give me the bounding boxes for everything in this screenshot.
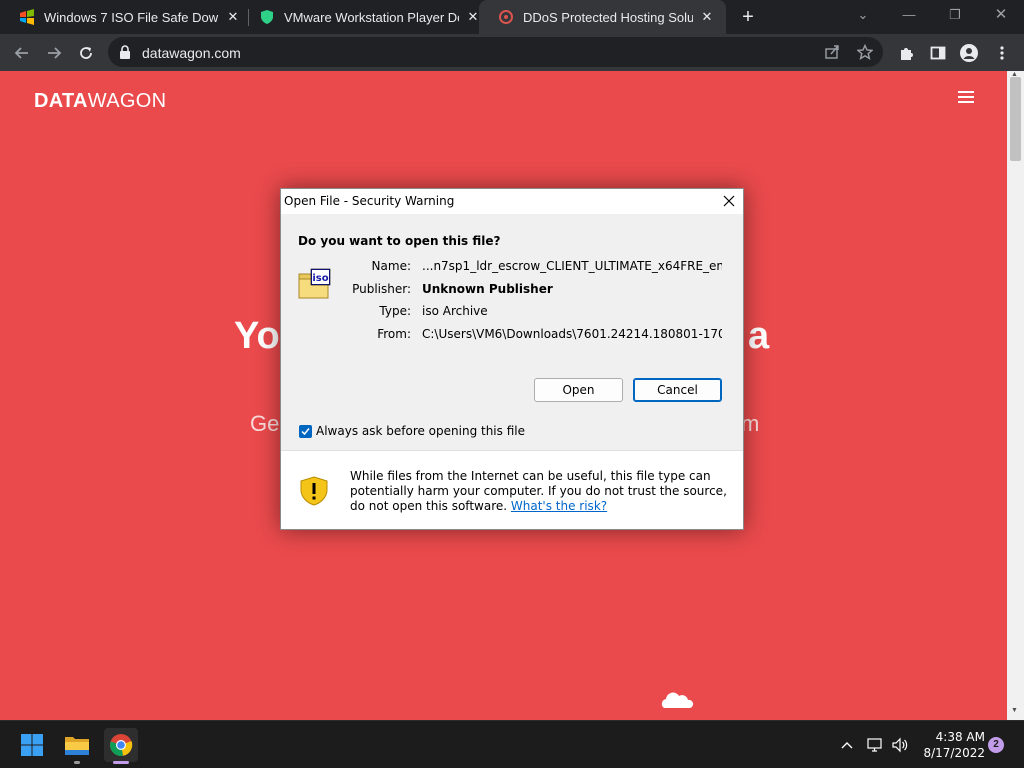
field-value: iso Archive	[422, 304, 488, 318]
vmware-shield-icon	[261, 10, 273, 24]
site-logo[interactable]: DATAWAGON	[34, 90, 166, 113]
datawagon-icon	[499, 10, 513, 24]
profile-avatar-icon[interactable]	[957, 41, 981, 65]
hamburger-menu-icon[interactable]	[958, 91, 974, 103]
dialog-close-icon[interactable]	[714, 189, 744, 213]
new-tab-button[interactable]: +	[738, 6, 758, 28]
volume-icon[interactable]	[891, 736, 909, 754]
field-value: Unknown Publisher	[422, 282, 553, 296]
back-icon[interactable]	[10, 41, 34, 65]
field-label: Name:	[371, 259, 411, 273]
tab-title: DDoS Protected Hosting Solutions	[523, 9, 693, 25]
checkmark-icon	[301, 427, 310, 435]
tab-title: Windows 7 ISO File Safe Download	[44, 9, 219, 25]
chrome-icon[interactable]	[104, 728, 138, 762]
hero-subtitle-left: Ge	[250, 411, 280, 436]
url-text: datawagon.com	[142, 45, 241, 61]
network-icon[interactable]	[866, 736, 884, 754]
logo-bold-text: DATA	[34, 90, 88, 112]
warning-shield-icon	[300, 476, 328, 506]
tab-ddos-hosting[interactable]: DDoS Protected Hosting Solutions ✕	[479, 0, 726, 34]
file-explorer-icon[interactable]	[61, 729, 93, 761]
tab-title: VMware Workstation Player Download	[284, 9, 459, 25]
security-warning-dialog: Open File - Security Warning Do you want…	[280, 188, 744, 530]
dialog-title: Open File - Security Warning	[284, 194, 455, 208]
taskbar-clock[interactable]: 4:38 AM 8/17/2022	[915, 729, 985, 761]
bookmark-star-icon[interactable]	[857, 44, 873, 60]
window-close-icon[interactable]: ✕	[988, 4, 1014, 28]
field-value: ...n7sp1_ldr_escrow_CLIENT_ULTIMATE_x64F…	[422, 259, 722, 273]
field-label: From:	[377, 327, 411, 341]
scroll-thumb[interactable]	[1010, 77, 1021, 161]
side-panel-icon[interactable]	[926, 41, 950, 65]
minimize-icon[interactable]: —	[896, 4, 922, 28]
dialog-body: Do you want to open this file? iso Name:…	[281, 214, 743, 450]
tray-overflow-chevron-icon[interactable]	[838, 736, 856, 754]
dialog-divider	[281, 450, 743, 451]
from-path-row: From: C:\Users\VM6\Downloads\7601.24214.…	[281, 327, 743, 343]
file-name-row: Name: ...n7sp1_ldr_escrow_CLIENT_ULTIMAT…	[281, 259, 743, 275]
logo-light-text: WAGON	[87, 90, 167, 112]
clock-time: 4:38 AM	[935, 730, 985, 744]
always-ask-checkbox[interactable]	[299, 424, 312, 438]
lock-icon[interactable]	[119, 45, 131, 59]
address-bar[interactable]: datawagon.com	[108, 37, 883, 67]
field-label: Type:	[379, 304, 411, 318]
tab-windows-7-iso[interactable]: Windows 7 ISO File Safe Download ✕	[0, 0, 241, 34]
hero-headline-right: a	[748, 315, 770, 357]
explorer-running-indicator	[74, 761, 80, 764]
share-icon[interactable]	[824, 44, 840, 60]
browser-tab-strip: Windows 7 ISO File Safe Download ✕ VMwar…	[0, 0, 1024, 34]
windows-logo-icon	[20, 9, 34, 25]
hero-headline-left: Yo	[234, 315, 280, 357]
warning-message: While files from the Internet can be use…	[350, 469, 730, 514]
chrome-active-indicator	[113, 761, 129, 764]
cancel-button[interactable]: Cancel	[633, 378, 722, 402]
tab-close-icon[interactable]: ✕	[225, 9, 241, 25]
tab-search-chevron-icon[interactable]: ⌄	[850, 4, 876, 28]
scroll-down-arrow-icon[interactable]: ▼	[1011, 707, 1018, 714]
forward-icon[interactable]	[42, 41, 66, 65]
browser-toolbar: datawagon.com I	[0, 34, 1024, 96]
extensions-puzzle-icon[interactable]	[894, 41, 918, 65]
always-ask-row[interactable]: Always ask before opening this file	[299, 424, 525, 438]
whats-the-risk-link[interactable]: What's the risk?	[511, 499, 607, 513]
notification-count-badge[interactable]: 2	[988, 737, 1004, 753]
field-label: Publisher:	[352, 282, 411, 296]
restore-icon[interactable]: ❐	[942, 4, 968, 28]
always-ask-label: Always ask before opening this file	[316, 424, 525, 438]
publisher-row: Publisher: Unknown Publisher	[281, 282, 743, 298]
clock-date: 8/17/2022	[923, 746, 985, 760]
file-type-row: Type: iso Archive	[281, 304, 743, 320]
page-scrollbar[interactable]: ▲ ▼	[1007, 71, 1024, 720]
field-value: C:\Users\VM6\Downloads\7601.24214.180801…	[422, 327, 722, 341]
tab-close-icon[interactable]: ✕	[699, 9, 715, 25]
dialog-question: Do you want to open this file?	[298, 234, 501, 248]
cloud-icon	[661, 692, 694, 708]
windows-taskbar: 4:38 AM 8/17/2022 2	[0, 720, 1024, 768]
tab-vmware-player[interactable]: VMware Workstation Player Download ✕	[240, 0, 481, 34]
reload-icon[interactable]	[74, 41, 98, 65]
start-windows-icon[interactable]	[16, 729, 48, 761]
menu-kebab-icon[interactable]	[990, 41, 1014, 65]
open-button[interactable]: Open	[534, 378, 623, 402]
